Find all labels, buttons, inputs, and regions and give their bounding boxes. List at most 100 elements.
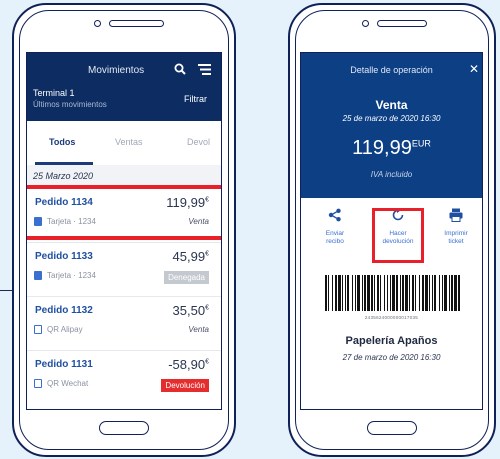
- order-amount: -58,90€: [168, 357, 209, 372]
- action-label: Imprimir ticket: [444, 230, 468, 245]
- screen-title: Detalle de operación: [350, 65, 433, 75]
- status-badge-refund: Devolución: [161, 379, 209, 392]
- speaker-slot: [377, 20, 427, 27]
- camera-dot: [362, 20, 369, 27]
- barcode-bar: [442, 275, 443, 311]
- barcode-bar: [451, 275, 453, 311]
- barcode-bar: [352, 275, 353, 311]
- barcode-bar: [402, 275, 404, 311]
- print-ticket-button[interactable]: Imprimir ticket: [426, 198, 482, 258]
- tab-ventas[interactable]: Ventas: [115, 137, 143, 147]
- highlight-line-bottom: [27, 236, 221, 240]
- barcode-number: 2435624000000017035: [364, 315, 419, 320]
- payment-method: QR Wechat: [47, 379, 89, 388]
- card-icon: [34, 271, 42, 280]
- operation-type: Venta: [375, 98, 408, 112]
- barcode-bar: [374, 275, 375, 311]
- filter-button[interactable]: Filtrar: [184, 94, 207, 104]
- movement-row[interactable]: Pedido 1131 -58,90€ QR Wechat Devolución: [27, 350, 221, 404]
- detail-header: Detalle de operación ✕ Venta 25 de marzo…: [301, 53, 482, 198]
- home-button[interactable]: [99, 421, 149, 435]
- terminal-subtitle: Últimos movimientos: [33, 100, 107, 109]
- speaker-slot: [109, 20, 164, 27]
- barcode-bar: [405, 275, 408, 311]
- barcode-bar: [434, 275, 436, 311]
- action-label: Enviar recibo: [325, 230, 345, 245]
- connector-line: [0, 290, 12, 291]
- barcode-bar: [422, 275, 424, 311]
- close-icon[interactable]: ✕: [469, 62, 479, 76]
- status-label: Venta: [188, 217, 209, 226]
- barcode-bar: [390, 275, 391, 311]
- tax-note: IVA incluido: [370, 170, 413, 179]
- barcode-bar: [392, 275, 395, 311]
- movements-screen: Movimientos Terminal 1 Últimos movimient…: [26, 52, 222, 410]
- barcode-bar: [345, 275, 346, 311]
- barcode-bar: [454, 275, 457, 311]
- barcode-bar: [377, 275, 379, 311]
- barcode-bar: [439, 275, 440, 311]
- operation-amount: 119,99EUR: [352, 137, 431, 159]
- merchant-datetime: 27 de marzo de 2020 16:30: [342, 353, 441, 362]
- barcode-bar: [396, 275, 398, 311]
- movement-row[interactable]: Pedido 1133 45,99€ Tarjeta · 1234 Denega…: [27, 242, 221, 297]
- barcode-bar: [429, 275, 430, 311]
- order-amount: 119,99€: [166, 195, 209, 210]
- barcode-bar: [458, 275, 460, 311]
- menu-icon[interactable]: [198, 64, 211, 75]
- search-icon[interactable]: [174, 63, 186, 75]
- movement-row[interactable]: Pedido 1132 35,50€ QR Alipay Venta: [27, 296, 221, 351]
- operation-detail-screen: Detalle de operación ✕ Venta 25 de marzo…: [300, 52, 483, 410]
- barcode-bar: [384, 275, 385, 311]
- screen-title: Movimientos: [88, 65, 145, 76]
- movement-row[interactable]: Pedido 1134 119,99€ Tarjeta · 1234 Venta: [27, 188, 221, 243]
- barcode-bar: [357, 275, 360, 311]
- operation-datetime: 25 de marzo de 2020 16:30: [342, 114, 441, 123]
- order-amount: 45,99€: [172, 249, 209, 264]
- barcode-bar: [432, 275, 433, 311]
- order-title: Pedido 1133: [35, 251, 93, 262]
- barcode-image: [325, 275, 460, 311]
- send-receipt-button[interactable]: Enviar recibo: [305, 198, 365, 258]
- terminal-label: Terminal 1: [33, 88, 75, 98]
- order-title: Pedido 1132: [35, 305, 93, 316]
- printer-icon: [449, 208, 463, 222]
- barcode-bar: [444, 275, 447, 311]
- barcode-bar: [449, 275, 450, 311]
- payment-method: Tarjeta · 1234: [47, 271, 96, 280]
- movements-header: Movimientos Terminal 1 Últimos movimient…: [27, 53, 221, 121]
- barcode-bar: [335, 275, 337, 311]
- home-button[interactable]: [367, 421, 417, 435]
- barcode-bar: [387, 275, 388, 311]
- barcode-bar: [400, 275, 401, 311]
- barcode-bar: [342, 275, 343, 311]
- merchant-name: Papelería Apaños: [345, 335, 438, 347]
- payment-method: Tarjeta · 1234: [47, 217, 96, 226]
- highlight-box-refund: [372, 208, 424, 263]
- barcode-bar: [362, 275, 363, 311]
- barcode-bar: [338, 275, 341, 311]
- barcode-bar: [325, 275, 327, 311]
- barcode-bar: [347, 275, 349, 311]
- tab-devoluciones[interactable]: Devol: [187, 137, 210, 147]
- barcode-bar: [355, 275, 356, 311]
- barcode-bar: [419, 275, 420, 311]
- date-group-label: 25 Marzo 2020: [33, 171, 94, 181]
- barcode-bar: [328, 275, 329, 311]
- barcode-bar: [332, 275, 333, 311]
- barcode-bar: [412, 275, 414, 311]
- status-badge-denied: Denegada: [164, 271, 209, 284]
- payment-method: QR Alipay: [47, 325, 83, 334]
- status-label: Venta: [188, 325, 209, 334]
- order-amount: 35,50€: [172, 303, 209, 318]
- barcode-bar: [371, 275, 373, 311]
- tab-todos[interactable]: Todos: [49, 137, 75, 147]
- order-title: Pedido 1134: [35, 197, 93, 208]
- barcode-bar: [425, 275, 428, 311]
- camera-dot: [94, 20, 101, 27]
- barcode-bar: [364, 275, 366, 311]
- tab-bar: Todos Ventas Devol: [27, 121, 221, 166]
- barcode-bar: [409, 275, 410, 311]
- barcode-bar: [415, 275, 416, 311]
- card-icon: [34, 217, 42, 226]
